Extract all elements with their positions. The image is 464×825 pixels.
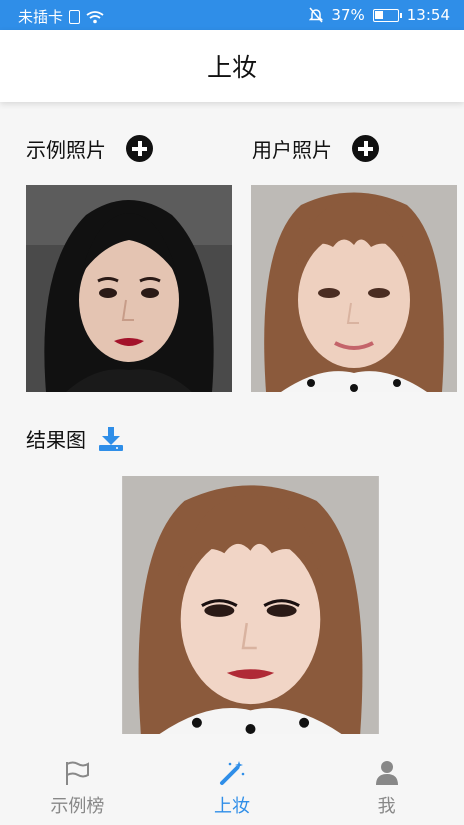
user-label-text: 用户照片 [252, 138, 332, 162]
user-face-image [251, 185, 457, 392]
person-icon [375, 760, 398, 785]
sim-icon [69, 9, 81, 24]
nav-label-examples: 示例榜 [50, 795, 105, 817]
result-face-image [122, 476, 379, 734]
nav-label-makeup: 上妆 [214, 795, 250, 817]
nav-label-me: 我 [377, 795, 396, 817]
battery-icon [372, 8, 402, 22]
user-photo[interactable] [251, 185, 457, 392]
result-section-label: 结果图 [26, 424, 124, 453]
sample-section-label: 示例照片 [26, 134, 153, 163]
carrier-text: 未插卡 [18, 8, 64, 26]
plus-circle-icon[interactable] [352, 135, 379, 162]
mute-bell-icon [309, 7, 324, 23]
nav-item-makeup[interactable]: 上妆 [155, 752, 310, 825]
clock: 13:54 [406, 6, 450, 24]
result-photo[interactable] [122, 476, 379, 734]
status-right: 37% 13:54 [309, 6, 450, 24]
download-icon[interactable] [98, 426, 124, 451]
battery-percent: 37% [331, 6, 365, 24]
status-left: 未插卡 [18, 6, 104, 27]
sample-label-text: 示例照片 [26, 138, 106, 162]
flag-icon [66, 761, 90, 785]
user-section-label: 用户照片 [252, 134, 379, 163]
status-bar: 未插卡 37% 13:54 [0, 0, 464, 30]
result-label-text: 结果图 [26, 428, 86, 452]
bottom-nav: 示例榜 上妆 我 [0, 752, 464, 825]
sample-face-image [26, 185, 232, 392]
nav-item-me[interactable]: 我 [309, 752, 464, 825]
app-header: 上妆 [0, 30, 464, 102]
wifi-icon [86, 10, 104, 23]
page-title: 上妆 [206, 53, 257, 82]
magic-wand-icon [220, 760, 245, 785]
plus-circle-icon[interactable] [126, 135, 153, 162]
nav-item-examples[interactable]: 示例榜 [0, 752, 155, 825]
battery-fill [374, 10, 383, 19]
sample-photo[interactable] [26, 185, 232, 392]
